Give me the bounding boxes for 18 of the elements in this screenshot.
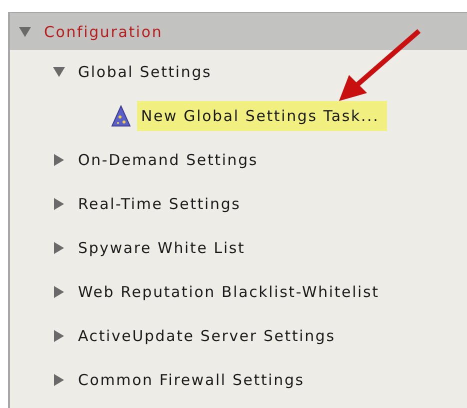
collapse-icon[interactable] [53,66,65,78]
wizard-hat-icon [111,105,131,127]
tree-item[interactable]: New Global Settings Task... [137,101,388,131]
expand-icon[interactable] [53,286,65,298]
expand-icon[interactable] [53,154,65,166]
expand-icon[interactable] [53,198,65,210]
expand-icon[interactable] [53,374,65,386]
tree-item[interactable]: On-Demand Settings [78,147,258,173]
tree-item[interactable]: Real-Time Settings [78,191,241,217]
expand-icon[interactable] [53,242,65,254]
collapse-icon[interactable] [19,26,31,38]
tree-item[interactable]: ActiveUpdate Server Settings [78,323,336,349]
tree-item[interactable]: Common Firewall Settings [78,367,304,393]
expand-icon[interactable] [53,330,65,342]
tree-item[interactable]: Web Reputation Blacklist-Whitelist [78,279,380,305]
section-header[interactable]: Configuration [44,22,163,40]
tree-item[interactable]: Spyware White List [78,235,246,261]
tree-item[interactable]: Global Settings [78,59,212,85]
